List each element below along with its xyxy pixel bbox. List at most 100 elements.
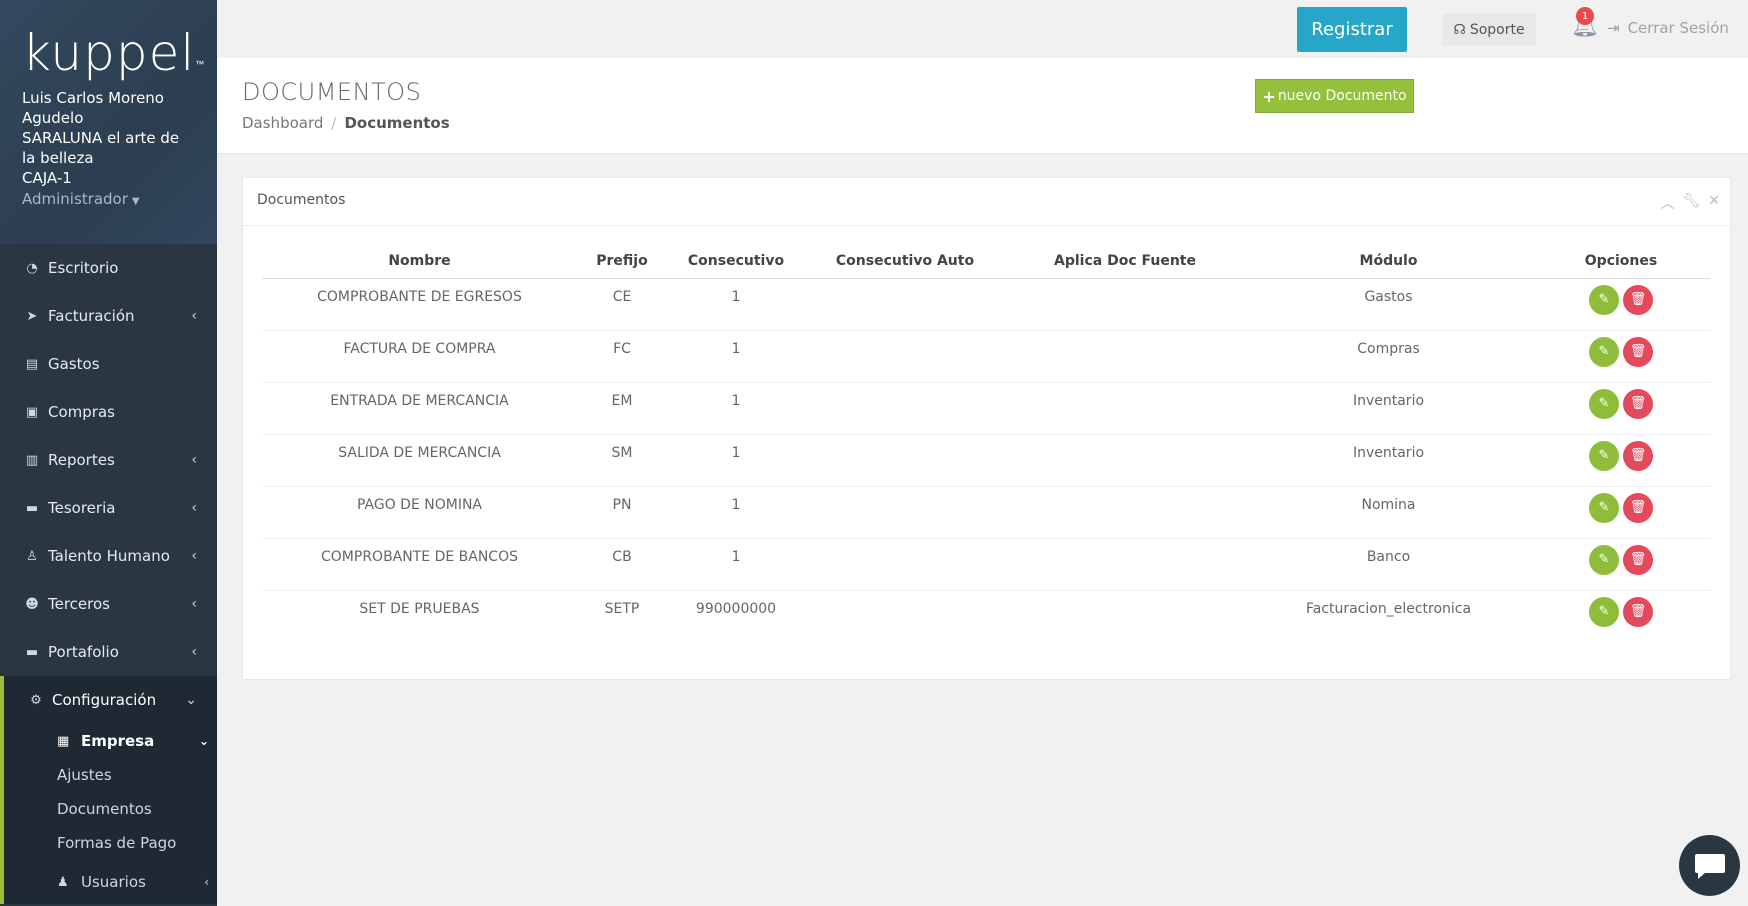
cell-consecutivo-auto <box>805 433 1005 486</box>
registrar-button[interactable]: Registrar <box>1297 7 1407 52</box>
trash-icon[interactable]: 🗑︎ <box>1623 336 1653 367</box>
wrench-icon[interactable]: 🔧︎ <box>1682 193 1700 213</box>
nuevo-documento-button[interactable]: + nuevo Documento <box>1255 79 1414 113</box>
briefcase-icon: ▬ <box>25 644 39 660</box>
cell-opciones: ✎ 🗑︎ <box>1532 381 1710 434</box>
column-header-nombre[interactable]: Nombre <box>262 244 577 279</box>
collapse-icon[interactable]: ︿ <box>1660 193 1674 213</box>
cell-opciones: ✎ 🗑︎ <box>1532 433 1710 486</box>
menu-label: Portafolio <box>48 643 119 661</box>
trash-icon[interactable]: 🗑︎ <box>1623 492 1653 523</box>
breadcrumb-home[interactable]: Dashboard <box>242 114 323 132</box>
submenu-item-empresa[interactable]: ▦ Empresa ⌄ <box>4 724 217 758</box>
paper-plane-icon: ➤ <box>26 308 38 324</box>
menu-item-portafolio[interactable]: ▬ Portafolio ‹ <box>0 628 217 676</box>
cell-nombre: COMPROBANTE DE BANCOS <box>262 537 577 590</box>
menu-item-escritorio[interactable]: ◔ Escritorio <box>0 244 217 292</box>
menu-item-tesoreria[interactable]: ▬ Tesoreria ‹ <box>0 484 217 532</box>
menu-label: Reportes <box>48 451 115 469</box>
company-line-2: la belleza <box>22 149 94 167</box>
cell-nombre: FACTURA DE COMPRA <box>262 329 577 382</box>
cell-opciones: ✎ 🗑︎ <box>1532 537 1710 590</box>
breadcrumb-current: Documentos <box>344 114 450 132</box>
table-row: SET DE PRUEBAS SETP 990000000 Facturacio… <box>262 589 1710 642</box>
chevron-down-icon: ⌄ <box>198 734 209 748</box>
submenu-label: Usuarios <box>81 873 146 891</box>
close-icon[interactable]: ✕ <box>1708 193 1720 213</box>
edit-icon[interactable]: ✎ <box>1589 596 1619 627</box>
menu-item-gastos[interactable]: ▤ Gastos <box>0 340 217 388</box>
trash-icon[interactable]: 🗑︎ <box>1623 544 1653 575</box>
menu-item-terceros[interactable]: ☻ Terceros ‹ <box>0 580 217 628</box>
cell-consecutivo: 990000000 <box>667 589 805 642</box>
menu-label: Terceros <box>48 595 110 613</box>
menu-label: Escritorio <box>48 259 119 277</box>
menu-label: Tesoreria <box>48 499 116 517</box>
cell-opciones: ✎ 🗑︎ <box>1532 329 1710 382</box>
edit-icon[interactable]: ✎ <box>1589 336 1619 367</box>
submenu-item-ajustes[interactable]: Ajustes <box>4 758 217 792</box>
table-row: ENTRADA DE MERCANCIA EM 1 Inventario ✎ 🗑︎ <box>262 381 1710 434</box>
column-header-opciones: Opciones <box>1532 244 1710 279</box>
documents-table: Nombre Prefijo Consecutivo Consecutivo A… <box>262 244 1710 642</box>
edit-icon[interactable]: ✎ <box>1589 544 1619 575</box>
edit-icon[interactable]: ✎ <box>1589 284 1619 315</box>
menu-item-reportes[interactable]: ▥ Reportes ‹ <box>0 436 217 484</box>
column-header-consecutivo-auto[interactable]: Consecutivo Auto <box>805 244 1005 279</box>
logo-text: kuppel <box>22 24 196 82</box>
submenu-label: Documentos <box>57 800 152 818</box>
soporte-button[interactable]: ☊ Soporte <box>1442 13 1536 46</box>
trash-icon[interactable]: 🗑︎ <box>1623 440 1653 471</box>
edit-icon[interactable]: ✎ <box>1589 440 1619 471</box>
cell-consecutivo: 1 <box>667 381 805 434</box>
submenu-item-usuarios[interactable]: ♟ Usuarios ‹ <box>4 860 217 904</box>
edit-icon[interactable]: ✎ <box>1589 492 1619 523</box>
column-header-aplica-doc-fuente[interactable]: Aplica Doc Fuente <box>1005 244 1245 279</box>
menu-item-compras[interactable]: ▣ Compras <box>0 388 217 436</box>
role-dropdown[interactable]: Administrador ▼ <box>22 188 195 213</box>
table-row: SALIDA DE MERCANCIA SM 1 Inventario ✎ 🗑︎ <box>262 433 1710 486</box>
submenu-item-formas-pago[interactable]: Formas de Pago <box>4 826 217 860</box>
submenu-item-documentos[interactable]: Documentos <box>4 792 217 826</box>
page-header: DOCUMENTOS Dashboard / Documentos + nuev… <box>217 58 1748 154</box>
menu-item-configuracion[interactable]: ⚙ Configuración ⌄ <box>0 676 217 724</box>
chevron-left-icon: ‹ <box>191 644 197 660</box>
submenu-label: Formas de Pago <box>57 834 177 852</box>
breadcrumb-separator: / <box>331 114 337 132</box>
cell-consecutivo-auto <box>805 381 1005 434</box>
chart-pie-icon: ◔ <box>26 260 38 276</box>
chevron-left-icon: ‹ <box>191 500 197 516</box>
table-row: COMPROBANTE DE EGRESOS CE 1 Gastos ✎ 🗑︎ <box>262 278 1710 330</box>
app-logo[interactable]: kuppel™ <box>22 28 204 88</box>
column-header-prefijo[interactable]: Prefijo <box>577 244 667 279</box>
headset-icon: ☊ <box>1453 21 1466 38</box>
chat-bubble-icon <box>1694 853 1725 879</box>
chat-widget-button[interactable] <box>1679 835 1740 896</box>
logout-link[interactable]: ⇥ Cerrar Sesión <box>1607 19 1729 37</box>
cell-consecutivo: 1 <box>731 288 741 305</box>
column-header-modulo[interactable]: Módulo <box>1245 244 1532 279</box>
trash-icon[interactable]: 🗑︎ <box>1623 284 1653 315</box>
briefcase-icon: ▬ <box>25 500 39 516</box>
cell-prefijo: SM <box>577 433 667 486</box>
menu-item-talento-humano[interactable]: ♙ Talento Humano ‹ <box>0 532 217 580</box>
menu-label: Compras <box>48 403 115 421</box>
trash-icon[interactable]: 🗑︎ <box>1623 596 1653 627</box>
cell-consecutivo-auto <box>805 485 1005 538</box>
building-icon: ▦ <box>57 733 70 749</box>
cell-aplica-doc-fuente <box>1005 537 1245 590</box>
file-icon: ▤ <box>25 356 39 372</box>
column-header-consecutivo[interactable]: Consecutivo <box>667 244 805 279</box>
cell-nombre: COMPROBANTE DE EGRESOS <box>317 288 522 305</box>
cell-modulo: Inventario <box>1245 433 1532 486</box>
caret-down-icon: ▼ <box>131 196 140 207</box>
trash-icon[interactable]: 🗑︎ <box>1623 388 1653 419</box>
menu-item-facturacion[interactable]: ➤ Facturación ‹ <box>0 292 217 340</box>
cell-aplica-doc-fuente <box>1005 381 1245 434</box>
edit-icon[interactable]: ✎ <box>1589 388 1619 419</box>
cell-aplica-doc-fuente <box>1005 329 1245 382</box>
portlet-caption: Documentos <box>257 192 346 208</box>
cell-modulo: Compras <box>1245 329 1532 382</box>
cell-consecutivo-auto <box>805 589 1005 642</box>
soporte-label: Soporte <box>1469 21 1525 38</box>
